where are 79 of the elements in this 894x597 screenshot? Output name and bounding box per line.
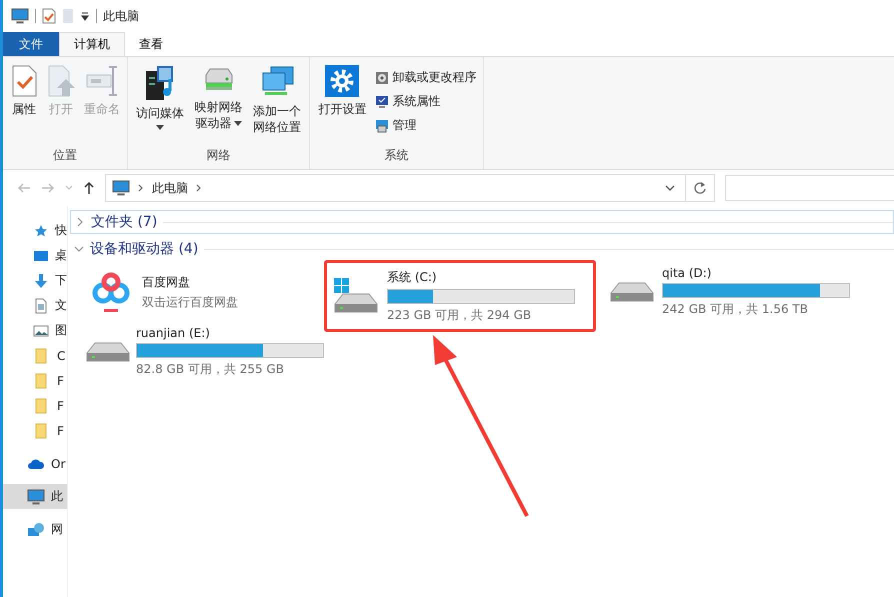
chevron-down-icon <box>65 185 73 191</box>
dropdown-caret-icon <box>234 121 242 126</box>
nav-item[interactable]: 网 <box>3 517 67 542</box>
drive-detail: 223 GB 可用，共 294 GB <box>387 306 532 324</box>
drive-detail: 双击运行百度网盘 <box>142 294 239 310</box>
nav-item[interactable]: C <box>3 343 67 368</box>
nav-item[interactable]: 桌 <box>3 243 67 268</box>
dropdown-caret-icon <box>80 11 90 21</box>
document-arrow-icon <box>46 65 76 97</box>
chevron-down-icon <box>665 185 675 191</box>
nav-item[interactable]: 此 <box>3 484 67 509</box>
ribbon-button[interactable]: 打开设置 <box>314 61 371 147</box>
disc-box-icon <box>374 70 389 84</box>
document-check-icon <box>10 65 38 97</box>
forward-arrow-icon <box>41 182 55 194</box>
nav-item[interactable]: 文 <box>3 293 67 318</box>
folder-icon <box>35 398 49 414</box>
breadcrumb[interactable]: 此电脑 <box>152 180 188 196</box>
nav-item[interactable]: F <box>3 418 67 443</box>
nav-item[interactable]: 图 <box>3 318 67 343</box>
drive-detail: 242 GB 可用，共 1.56 TB <box>662 301 809 318</box>
group-label: 网络 <box>206 147 232 164</box>
blank-page-icon <box>62 8 74 24</box>
download-arrow-icon <box>34 272 48 288</box>
drive-name: 百度网盘 <box>142 274 191 290</box>
folder-icon <box>35 372 49 388</box>
folder-icon <box>35 348 49 364</box>
drive-name: ruanjian (E:) <box>136 326 211 340</box>
ribbon-tab[interactable]: 计算机 <box>59 32 125 56</box>
drive-name: qita (D:) <box>662 266 712 280</box>
dropdown-caret-icon <box>156 125 164 130</box>
address-bar[interactable]: 此电脑 <box>105 174 686 202</box>
folder-icon <box>35 422 49 438</box>
up-arrow-icon <box>83 181 95 195</box>
ribbon-button[interactable]: 属性 <box>7 61 41 147</box>
ribbon-tab[interactable]: 查看 <box>125 32 177 56</box>
rename-field-icon <box>85 65 119 97</box>
settings-gear-icon <box>325 65 360 97</box>
file-menu-tab[interactable]: 文件 <box>3 32 59 56</box>
section-title: 文件夹 (7) <box>91 213 158 231</box>
computer-management-icon <box>374 118 389 132</box>
back-arrow-icon <box>17 182 31 194</box>
ribbon-button[interactable]: 管理 <box>372 115 479 136</box>
search-field[interactable] <box>725 175 894 201</box>
chevron-down-icon <box>74 244 84 254</box>
nav-item[interactable]: F <box>3 393 67 418</box>
ribbon-button[interactable]: 卸载或更改程序 <box>372 67 479 88</box>
nav-item[interactable]: Or <box>3 451 67 476</box>
refresh-icon <box>693 181 707 195</box>
window-title: 此电脑 <box>103 8 139 24</box>
monitor-check-icon <box>374 94 389 108</box>
desktop-icon <box>33 248 49 262</box>
computer-icon <box>27 488 45 506</box>
cloud-icon <box>27 458 45 470</box>
nav-item[interactable]: 快 <box>3 218 67 243</box>
checked-document-icon <box>42 8 56 24</box>
ribbon-button[interactable]: 映射网络驱动器 <box>190 61 247 147</box>
group-label: 位置 <box>52 147 78 164</box>
chevron-right-icon <box>138 184 144 192</box>
ribbon-button[interactable]: 系统属性 <box>372 91 479 112</box>
section-header[interactable]: 设备和驱动器 (4) <box>70 238 894 260</box>
chevron-right-icon <box>196 184 202 192</box>
ribbon-button[interactable]: 添加一个网络位置 <box>248 61 306 147</box>
section-title: 设备和驱动器 (4) <box>90 240 198 258</box>
nav-item[interactable]: 下 <box>3 268 67 293</box>
refresh-button[interactable] <box>685 174 715 202</box>
computer-icon <box>112 179 130 197</box>
picture-icon <box>33 324 49 338</box>
ribbon-button[interactable]: 访问媒体 <box>132 61 188 147</box>
drive-detail: 82.8 GB 可用，共 255 GB <box>136 361 285 378</box>
drive-name: 系统 (C:) <box>387 268 438 286</box>
computer-icon <box>11 7 29 25</box>
network-icon <box>27 522 45 538</box>
document-icon <box>34 298 48 314</box>
chevron-right-icon <box>75 217 85 227</box>
star-icon <box>34 224 48 238</box>
section-header[interactable]: 文件夹 (7) <box>70 210 894 234</box>
group-label: 系统 <box>383 147 410 164</box>
nav-item[interactable]: F <box>3 368 67 393</box>
